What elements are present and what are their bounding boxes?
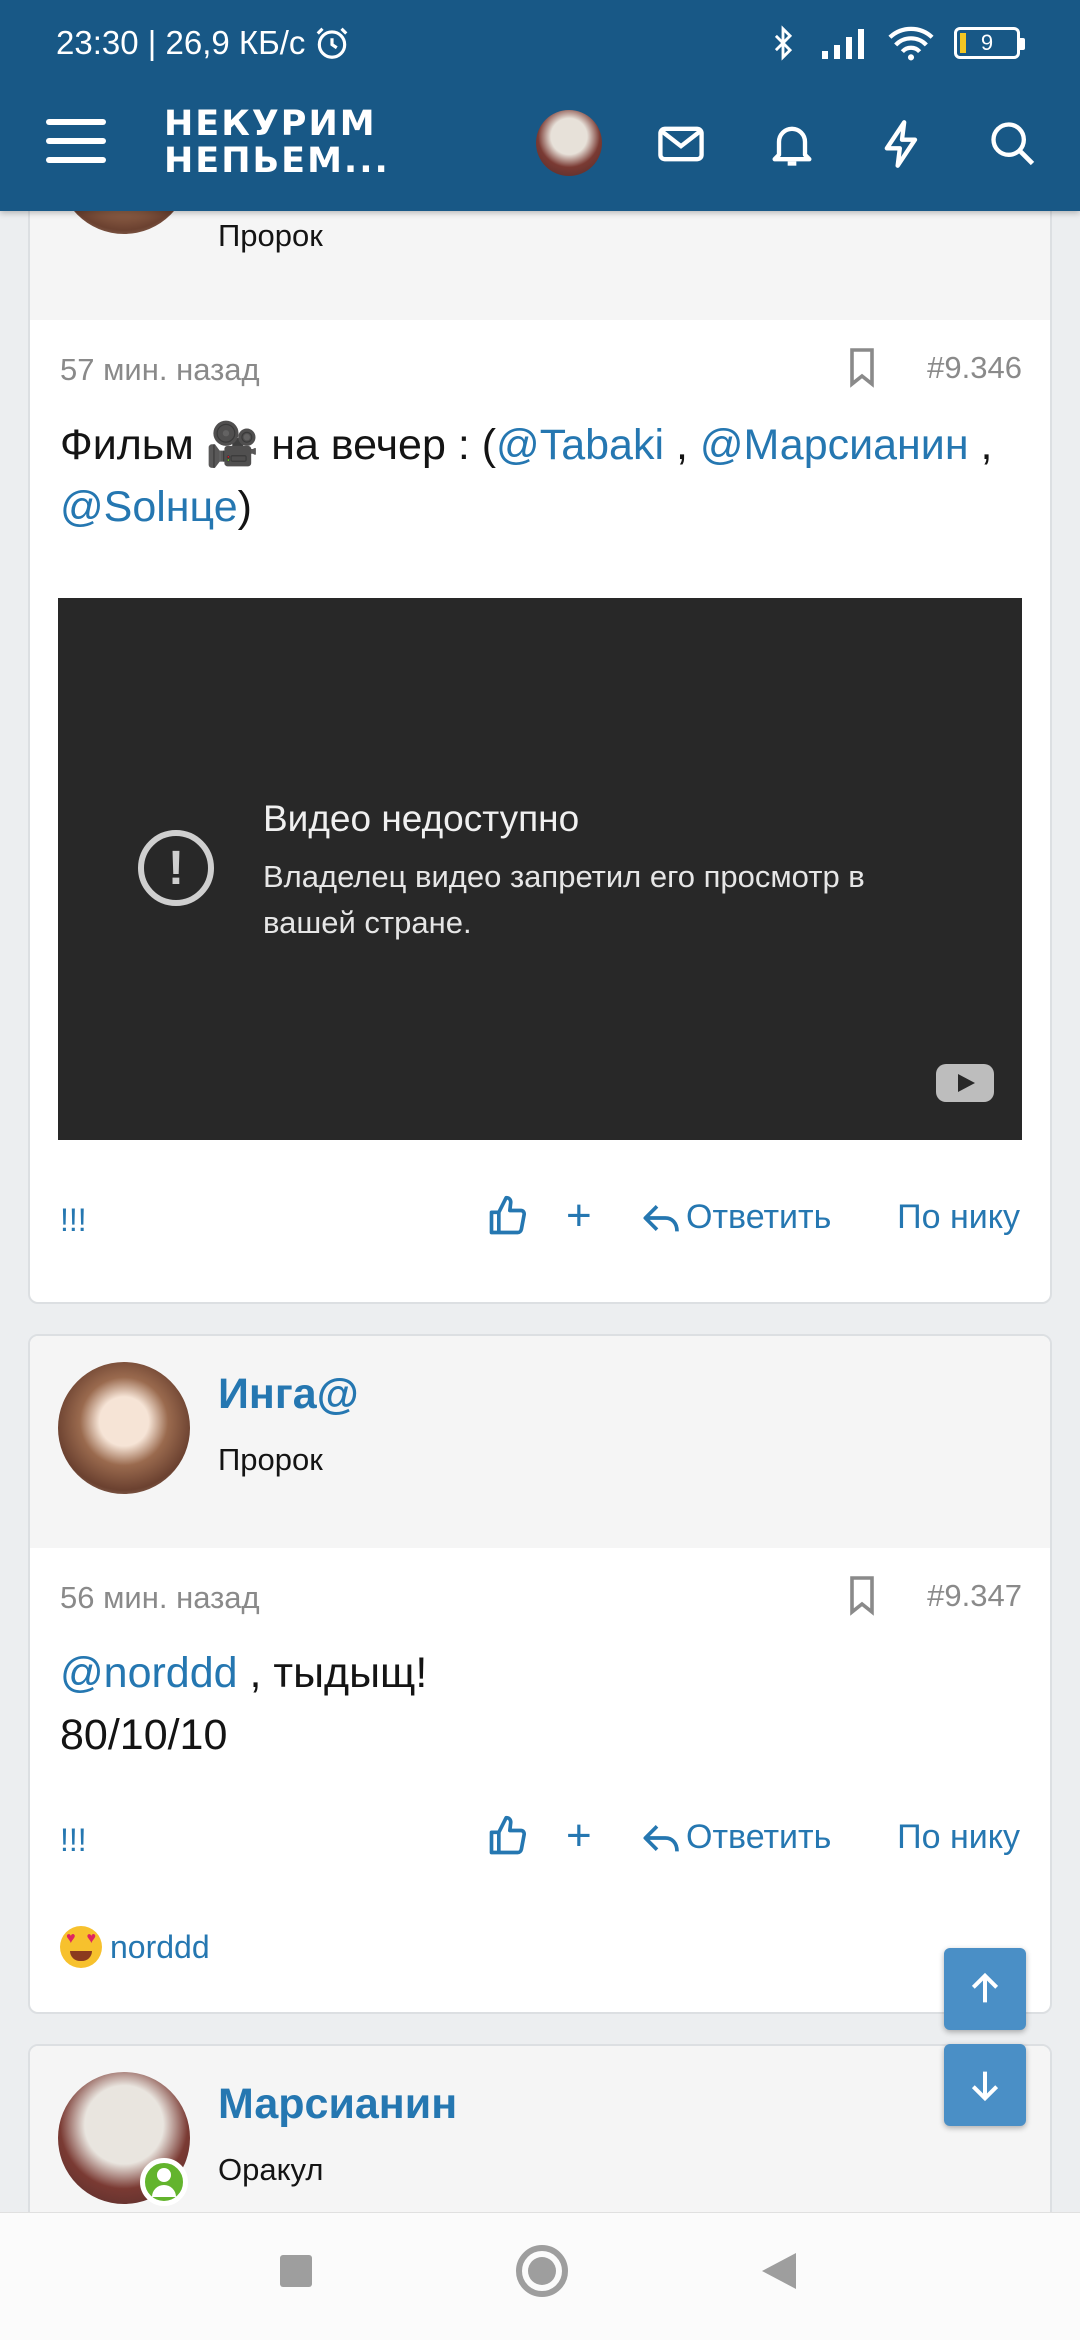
reply-button[interactable]: Ответить (642, 1198, 831, 1237)
author-rank: Пророк (218, 1442, 323, 1477)
reply-button[interactable]: Ответить (642, 1818, 831, 1857)
logo-line-2: НЕПЬЕМ... (164, 141, 390, 181)
post-text: ) (237, 483, 252, 531)
home-button[interactable] (516, 2245, 568, 2297)
report-button[interactable]: !!! (60, 1822, 87, 1859)
post-number[interactable]: #9.347 (927, 1578, 1022, 1614)
plus-button[interactable]: + (566, 1194, 592, 1238)
bluetooth-icon (774, 25, 793, 61)
plus-button[interactable]: + (566, 1814, 592, 1858)
author-name[interactable]: Инга@ (218, 1370, 359, 1419)
wifi-icon (888, 26, 934, 61)
post-text: Фильм 🎥 на вечер : ( (60, 421, 497, 469)
post-body: Фильм 🎥 на вечер : (@Tabaki , @Марсианин… (30, 406, 1050, 538)
recents-button[interactable] (280, 2255, 312, 2287)
signal-icon (822, 29, 864, 59)
separator: , (664, 421, 700, 469)
reply-label: Ответить (686, 1198, 832, 1236)
status-time: 23:30 | 26,9 КБ/с (56, 24, 306, 61)
report-button[interactable]: !!! (60, 1202, 87, 1239)
alarm-icon (317, 27, 348, 59)
online-status-icon (140, 2158, 188, 2206)
reactions-bar[interactable]: norddd (60, 1926, 210, 1968)
mention-link[interactable]: @Solнце (60, 483, 238, 531)
user-avatar[interactable] (536, 110, 602, 176)
video-error-title: Видео недоступно (263, 798, 580, 839)
quote-by-nick-button[interactable]: По нику (897, 1818, 1020, 1857)
post-body: @norddd , тыдыщ! 80/10/10 (30, 1634, 1050, 1766)
logo-line-1: НЕКУРИМ (164, 104, 377, 144)
post-meta: 56 мин. назад #9.347 (30, 1548, 1050, 1634)
scroll-up-button[interactable] (944, 1948, 1026, 2030)
post-time[interactable]: 57 мин. назад (60, 352, 260, 388)
heart-eyes-emoji-icon (60, 1926, 102, 1968)
quote-by-nick-button[interactable]: По нику (897, 1198, 1020, 1237)
post-card: Пророк 57 мин. назад #9.346 Фильм 🎥 на в… (28, 150, 1052, 1304)
reply-icon (643, 1204, 679, 1231)
reply-icon (643, 1824, 679, 1851)
youtube-icon[interactable] (936, 1064, 994, 1102)
post-number[interactable]: #9.346 (927, 350, 1022, 386)
site-logo[interactable]: НЕКУРИМ НЕПЬЕМ... (164, 106, 390, 180)
app-header: 23:30 | 26,9 КБ/с 9 НЕКУРИМ НЕПЬЕМ... (0, 0, 1080, 211)
mention-link[interactable]: @norddd (60, 1649, 238, 1697)
mail-icon[interactable] (655, 118, 707, 170)
lightning-icon[interactable] (876, 118, 928, 170)
nav-row: НЕКУРИМ НЕПЬЕМ... (0, 100, 1080, 200)
menu-icon[interactable] (46, 119, 106, 169)
scroll-down-button[interactable] (944, 2044, 1026, 2126)
bell-icon[interactable] (766, 118, 818, 170)
status-bar-left: 23:30 | 26,9 КБ/с (56, 24, 351, 62)
post-actions: !!! + Ответить По нику (30, 1180, 1050, 1260)
bookmark-icon[interactable] (848, 348, 876, 388)
reply-label: Ответить (686, 1818, 832, 1856)
status-bar-right: 9 (766, 24, 1025, 62)
author-name[interactable]: Марсианин (218, 2080, 457, 2129)
arrow-down-icon (971, 2071, 999, 2102)
mention-link[interactable]: @Tabaki (496, 421, 664, 469)
mention-link[interactable]: @Марсианин (700, 421, 969, 469)
post-text: 80/10/10 (60, 1711, 228, 1759)
author-rank: Оракул (218, 2152, 324, 2187)
post-card: Инга@ Пророк 56 мин. назад #9.347 @nordd… (28, 1334, 1052, 2014)
video-error-subtitle: Владелец видео запретил его просмотр в в… (263, 859, 865, 940)
back-button[interactable] (762, 2253, 796, 2289)
search-icon[interactable] (987, 118, 1039, 170)
battery-indicator: 9 (954, 27, 1025, 59)
system-navigation-bar (0, 2212, 1080, 2340)
bookmark-icon[interactable] (848, 1576, 876, 1616)
post-meta: 57 мин. назад #9.346 (30, 320, 1050, 406)
reaction-user[interactable]: norddd (110, 1929, 210, 1966)
arrow-up-icon (971, 1972, 999, 2003)
author-avatar[interactable] (58, 1362, 190, 1494)
thumbs-up-icon[interactable] (486, 1194, 530, 1238)
post-time[interactable]: 56 мин. назад (60, 1580, 260, 1616)
video-embed[interactable]: ! Видео недоступно Владелец видео запрет… (58, 598, 1022, 1140)
thumbs-up-icon[interactable] (486, 1814, 530, 1858)
alert-icon: ! (138, 830, 214, 906)
post-author-block: Инга@ Пророк (30, 1336, 1050, 1548)
post-text: , тыдыщ! (237, 1649, 428, 1697)
author-rank: Пророк (218, 218, 323, 253)
battery-level: 9 (980, 30, 994, 55)
separator: , (968, 421, 993, 469)
post-actions: !!! + Ответить По нику (30, 1800, 1050, 1880)
